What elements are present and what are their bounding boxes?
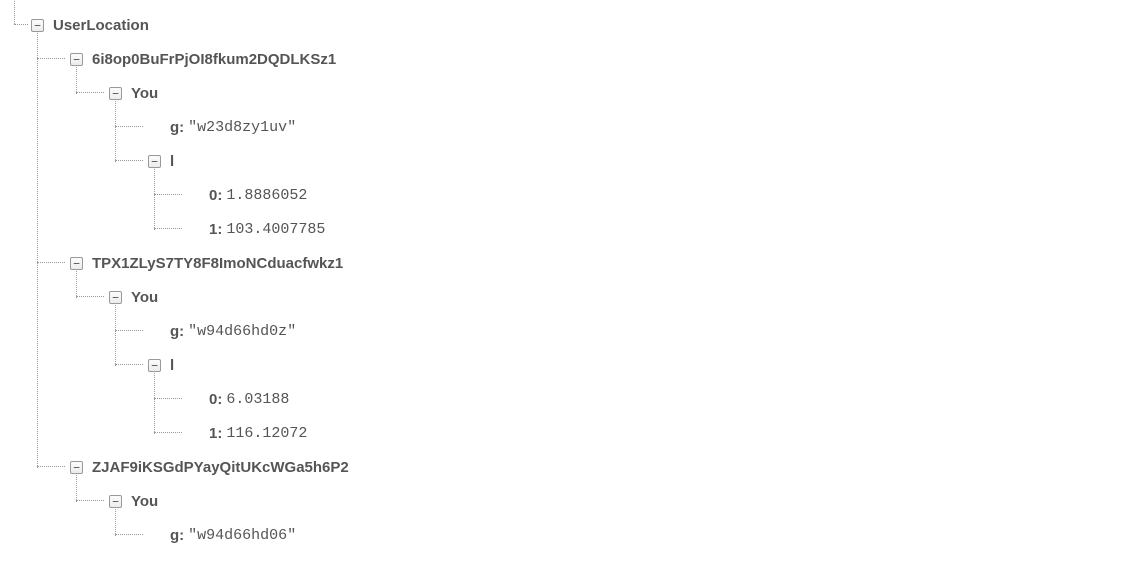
collapse-toggle[interactable]: − [108,290,123,305]
tree-node-label[interactable]: l [170,153,174,170]
tree-row: −You [108,484,1133,518]
collapse-toggle[interactable]: − [69,256,84,271]
tree-row: 1 103.4007785 [186,212,1133,246]
minus-icon: − [70,257,83,270]
tree-row: 0 6.03188 [186,382,1133,416]
tree-leaf-value: 1.8886052 [226,187,307,204]
tree-node-label[interactable]: You [131,493,158,510]
tree-node-label[interactable]: l [170,357,174,374]
tree-leaf-key: 1 [209,425,222,442]
tree-leaf-value: 6.03188 [226,391,289,408]
tree-row: g "w94d66hd06" [147,518,1133,552]
tree-row: −ZJAF9iKSGdPYayQitUKcWGa5h6P2 [69,450,1133,484]
tree-leaf-key: g [170,119,184,136]
tree-node-label[interactable]: ZJAF9iKSGdPYayQitUKcWGa5h6P2 [92,459,349,476]
minus-icon: − [109,291,122,304]
tree-node-label[interactable]: You [131,289,158,306]
collapse-toggle[interactable]: − [147,358,162,373]
tree-row: 0 1.8886052 [186,178,1133,212]
tree-leaf-value: "w94d66hd0z" [188,323,296,340]
tree-leaf-value: 116.12072 [226,425,307,442]
tree-row: −l [147,144,1133,178]
minus-icon: − [70,461,83,474]
collapse-toggle[interactable]: − [147,154,162,169]
minus-icon: − [109,87,122,100]
tree-leaf-key: 0 [209,391,222,408]
minus-icon: − [70,53,83,66]
minus-icon: − [109,495,122,508]
collapse-toggle[interactable]: − [69,52,84,67]
minus-icon: − [148,155,161,168]
collapse-toggle[interactable]: − [108,86,123,101]
minus-icon: − [31,19,44,32]
tree-leaf-value: "w23d8zy1uv" [188,119,296,136]
tree-leaf-key: 0 [209,187,222,204]
tree-row: 1 116.12072 [186,416,1133,450]
tree-row: −UserLocation [30,8,1133,42]
collapse-toggle[interactable]: − [69,460,84,475]
tree-leaf-value: "w94d66hd06" [188,527,296,544]
tree-row: −6i8op0BuFrPjOI8fkum2DQDLKSz1 [69,42,1133,76]
minus-icon: − [148,359,161,372]
tree-node-label[interactable]: 6i8op0BuFrPjOI8fkum2DQDLKSz1 [92,51,336,68]
tree-row: g "w94d66hd0z" [147,314,1133,348]
tree-leaf-value: 103.4007785 [226,221,325,238]
tree-leaf-key: g [170,527,184,544]
tree-leaf-key: g [170,323,184,340]
tree-node-label[interactable]: You [131,85,158,102]
collapse-toggle[interactable]: − [108,494,123,509]
tree-node-label[interactable]: UserLocation [53,17,149,34]
tree-leaf-key: 1 [209,221,222,238]
tree-row: −l [147,348,1133,382]
tree-node-label[interactable]: TPX1ZLyS7TY8F8ImoNCduacfwkz1 [92,255,343,272]
tree-row: −TPX1ZLyS7TY8F8ImoNCduacfwkz1 [69,246,1133,280]
tree-row: −You [108,280,1133,314]
collapse-toggle[interactable]: − [30,18,45,33]
tree-row: −You [108,76,1133,110]
tree-row: g "w23d8zy1uv" [147,110,1133,144]
